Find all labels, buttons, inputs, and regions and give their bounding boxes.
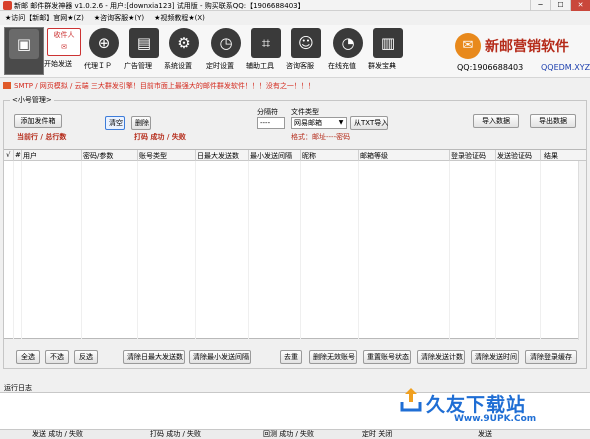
clear-daily-max-button[interactable]: 清除日最大发送数 — [123, 350, 185, 364]
toolbar-ad-button[interactable]: ▤ 广告管理 — [124, 27, 164, 75]
dedupe-button[interactable]: 去重 — [280, 350, 302, 364]
column-header[interactable]: 用户 — [23, 151, 37, 161]
column-header[interactable]: # — [15, 151, 21, 159]
user-list-icon: ▣ — [9, 29, 39, 59]
pie-chart-icon: ◔ — [333, 28, 363, 58]
brand-block: ✉ 新邮营销软件 QQ:1906688403 QQEDM.XYZ — [455, 33, 590, 77]
file-type-select[interactable]: 网易邮箱 ▼ — [291, 117, 347, 129]
column-header[interactable]: 登录验证码 — [451, 151, 486, 161]
toolbar-tools-button[interactable]: ⌗ 辅助工具 — [246, 27, 286, 75]
status-send: 发送 成功 / 失败 — [32, 430, 84, 438]
window-title: 新邮 邮件群发神器 v1.0.2.6 - 用户:[downxia123] 试用版… — [14, 2, 305, 10]
table-header: √ # 用户 密码/参数 账号类型 日最大发送数 最小发送间隔 昵称 邮箱等级 … — [4, 150, 586, 161]
toolbar-schedule-button[interactable]: ◷ 定时设置 — [206, 27, 246, 75]
toolbar-settings-button[interactable]: ⚙ 系统设置 — [164, 27, 204, 75]
watermark: 久友下载站 Www.9UPK.Com — [392, 384, 588, 428]
app-icon — [3, 1, 12, 10]
contact-card-icon: ☺ — [291, 28, 321, 58]
separator-label: 分隔符 — [257, 108, 278, 116]
title-bar: 新邮 邮件群发神器 v1.0.2.6 - 用户:[downxia123] 试用版… — [0, 0, 590, 11]
import-txt-button[interactable]: 从TXT导入 — [350, 116, 388, 130]
ad-icon: ▤ — [129, 28, 159, 58]
file-type-label: 文件类型 — [291, 108, 319, 116]
clear-min-interval-button[interactable]: 清除最小发送间隔 — [189, 350, 251, 364]
select-all-button[interactable]: 全选 — [16, 350, 40, 364]
notice-text: SMTP / 网页模拟 / 云端 三大群发引擎！目前市面上最强大的邮件群发软件！… — [14, 82, 315, 90]
row-status: 当前行 / 总行数 — [17, 133, 67, 141]
download-arrow-icon — [400, 388, 422, 412]
clear-button[interactable]: 清空 — [105, 116, 125, 130]
menu-item-support[interactable]: ★咨询客服★(Y) — [94, 12, 144, 24]
watermark-name: 久友下载站 — [426, 394, 527, 416]
network-icon: ⌗ — [251, 28, 281, 58]
clear-send-time-button[interactable]: 清除发送时间 — [471, 350, 519, 364]
export-data-button[interactable]: 导出数据 — [530, 114, 576, 128]
clear-login-cache-button[interactable]: 清除登录缓存 — [525, 350, 577, 364]
column-header[interactable]: √ — [6, 151, 10, 159]
column-header[interactable]: 最小发送间隔 — [250, 151, 292, 161]
maximize-button[interactable]: ☐ — [550, 0, 570, 11]
toolbar-account-button[interactable]: ▣ — [4, 27, 44, 75]
toolbar-start-send-button[interactable]: 收件人 ✉ 开始发送 — [44, 27, 84, 75]
invert-selection-button[interactable]: 反选 — [74, 350, 98, 364]
column-header[interactable]: 邮箱等级 — [360, 151, 388, 161]
account-group: <小号管理> 添加发件箱 清空 删除 当前行 / 总行数 打码 成功 / 失败 … — [3, 95, 587, 369]
delete-button[interactable]: 删除 — [131, 116, 151, 130]
smtp-icon — [3, 82, 11, 89]
column-header[interactable]: 账号类型 — [139, 151, 167, 161]
menu-item-website[interactable]: ★访问【新邮】官网★(Z) — [5, 12, 84, 24]
toolbar-support-button[interactable]: ☺ 咨询客服 — [286, 27, 326, 75]
send-envelope-icon: 收件人 ✉ — [47, 28, 81, 56]
account-table[interactable]: √ # 用户 密码/参数 账号类型 日最大发送数 最小发送间隔 昵称 邮箱等级 … — [4, 149, 586, 340]
watermark-url: Www.9UPK.Com — [454, 414, 537, 424]
column-header[interactable]: 日最大发送数 — [197, 151, 239, 161]
format-hint: 格式：邮址----密码 — [291, 133, 351, 141]
clear-send-count-button[interactable]: 清除发送计数 — [417, 350, 465, 364]
toolbar-proxy-button[interactable]: ⊕ 代理ＩＰ — [84, 27, 124, 75]
status-captcha: 打码 成功 / 失败 — [150, 430, 202, 438]
column-header[interactable]: 发送验证码 — [497, 151, 532, 161]
status-bar: 发送 成功 / 失败 打码 成功 / 失败 回测 成功 / 失败 定时 关闭 发… — [0, 429, 590, 439]
toolbar-guide-button[interactable]: ▥ 群发宝典 — [368, 27, 408, 75]
menu-item-tutorial[interactable]: ★视频教程★(X) — [154, 12, 205, 24]
brand-site: QQEDM.XYZ — [541, 63, 590, 72]
toolbar-recharge-button[interactable]: ◔ 在线充值 — [328, 27, 368, 75]
close-button[interactable]: ✕ — [570, 0, 590, 11]
add-sender-button[interactable]: 添加发件箱 — [14, 114, 62, 128]
separator-input[interactable]: ---- — [257, 117, 285, 129]
select-none-button[interactable]: 不选 — [45, 350, 69, 364]
column-header[interactable]: 昵称 — [302, 151, 316, 161]
brand-name: 新邮营销软件 — [485, 39, 569, 55]
status-sending: 发送 — [478, 430, 492, 438]
delete-invalid-button[interactable]: 删除无效账号 — [309, 350, 357, 364]
brand-logo-icon: ✉ — [455, 33, 481, 59]
brand-qq: QQ:1906688403 — [457, 63, 524, 72]
table-scrollbar[interactable] — [578, 161, 586, 340]
chevron-down-icon: ▼ — [338, 119, 344, 126]
menu-bar: ★访问【新邮】官网★(Z) ★咨询客服★(Y) ★视频教程★(X) — [0, 12, 590, 24]
group-title: <小号管理> — [10, 95, 54, 105]
minimize-button[interactable]: ─ — [530, 0, 550, 11]
notice-bar: SMTP / 网页模拟 / 云端 三大群发引擎！目前市面上最强大的邮件群发软件！… — [0, 80, 590, 92]
globe-icon: ⊕ — [89, 28, 119, 58]
books-icon: ▥ — [373, 28, 403, 58]
reset-status-button[interactable]: 重置账号状态 — [363, 350, 411, 364]
import-data-button[interactable]: 导入数据 — [473, 114, 519, 128]
status-schedule: 定时 关闭 — [362, 430, 393, 438]
compass-icon: ◷ — [211, 28, 241, 58]
column-header[interactable]: 密码/参数 — [83, 151, 113, 161]
column-header[interactable]: 结果 — [544, 151, 558, 161]
status-echo: 回测 成功 / 失败 — [263, 430, 315, 438]
gear-icon: ⚙ — [169, 28, 199, 58]
window-controls: ─ ☐ ✕ — [530, 0, 590, 11]
hit-status: 打码 成功 / 失败 — [134, 133, 186, 141]
